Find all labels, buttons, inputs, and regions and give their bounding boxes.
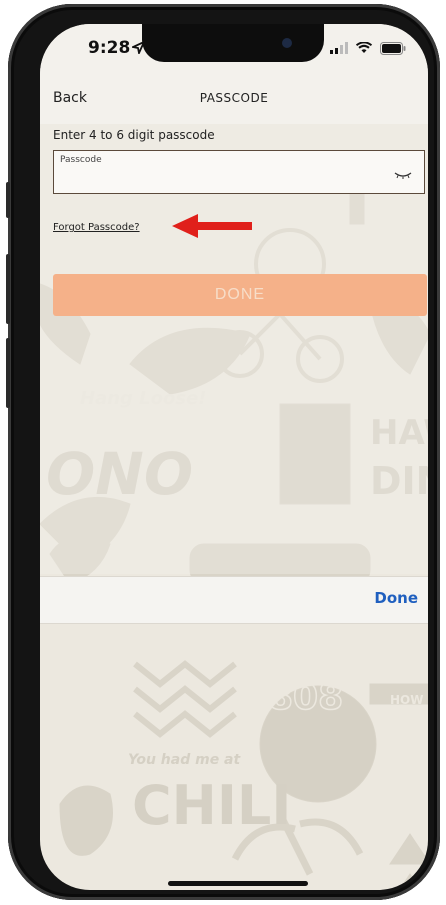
- battery-icon: [380, 41, 406, 55]
- home-indicator[interactable]: [168, 881, 308, 886]
- phone-frame: Hang Loose! ONO HAWA DIN 808 You had me …: [6, 4, 440, 900]
- forgot-passcode-link[interactable]: Forgot Passcode?: [53, 222, 140, 233]
- status-icons: [330, 40, 406, 56]
- status-time: 9:28: [88, 38, 131, 58]
- eye-closed-icon[interactable]: [394, 171, 412, 179]
- status-bar: 9:28: [40, 24, 428, 80]
- mute-switch: [6, 182, 10, 218]
- volume-down-button: [6, 338, 10, 408]
- volume-up-button: [6, 254, 10, 324]
- bg-chili: CHILI: [132, 774, 291, 837]
- keyboard-done-button[interactable]: Done: [374, 589, 418, 607]
- passcode-instruction: Enter 4 to 6 digit passcode: [53, 128, 215, 142]
- bg-you-had-me: You had me at: [128, 752, 242, 768]
- notch: [142, 24, 324, 62]
- passcode-input[interactable]: Passcode: [53, 150, 425, 194]
- signal-icon: [330, 42, 348, 54]
- keyboard-accessory-bar: Done: [40, 576, 428, 624]
- nav-bar: Back PASSCODE: [40, 80, 428, 124]
- wifi-icon: [356, 42, 372, 53]
- passcode-placeholder: Passcode: [60, 155, 102, 165]
- camera: [282, 38, 292, 48]
- red-arrow-icon: [172, 214, 252, 238]
- bg-808: 808: [268, 677, 343, 718]
- done-button[interactable]: DONE: [53, 274, 427, 316]
- page-title: PASSCODE: [199, 91, 269, 105]
- screen: Hang Loose! ONO HAWA DIN 808 You had me …: [40, 24, 428, 890]
- bg-how: HOW: [390, 693, 423, 707]
